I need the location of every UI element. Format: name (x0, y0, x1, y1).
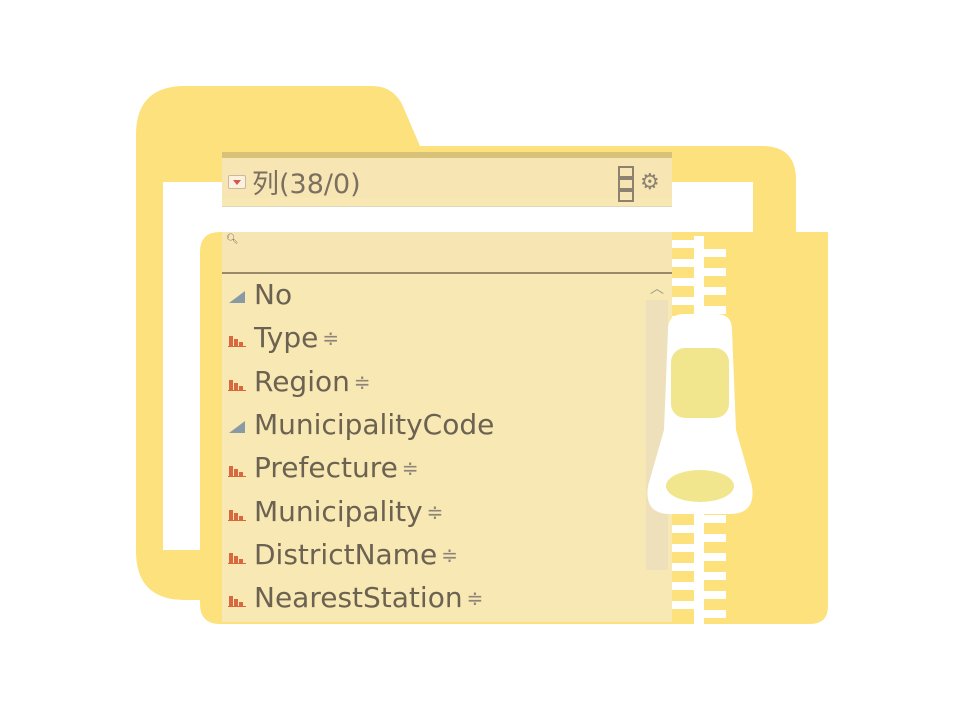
zipper-tooth-left (672, 544, 696, 552)
zipper-tooth-right (702, 553, 726, 561)
zipper-illustration (647, 236, 753, 624)
zipper-tooth-left (672, 601, 696, 609)
zipper-pull-top (671, 348, 729, 418)
zipper-tooth-right (702, 249, 726, 257)
zipper-tooth-left (672, 525, 696, 533)
zipper-tooth-right (702, 610, 726, 618)
zipper-tooth-right (702, 591, 726, 599)
zipper-tooth-left (672, 278, 696, 286)
zipper-tooth-right (702, 534, 726, 542)
zipper-tooth-right (702, 287, 726, 295)
zipper-tooth-left (672, 240, 696, 248)
zipper-tooth-left (672, 297, 696, 305)
zipper-pull-bottom (666, 470, 734, 502)
zipper-tooth-right (702, 268, 726, 276)
zipper-tooth-right (702, 572, 726, 580)
zipper-tooth-left (672, 259, 696, 267)
zipper-tooth-right (702, 306, 726, 314)
zipper-tooth-right (702, 515, 726, 523)
zipper-tooth-left (672, 582, 696, 590)
zipper-tooth-left (672, 563, 696, 571)
